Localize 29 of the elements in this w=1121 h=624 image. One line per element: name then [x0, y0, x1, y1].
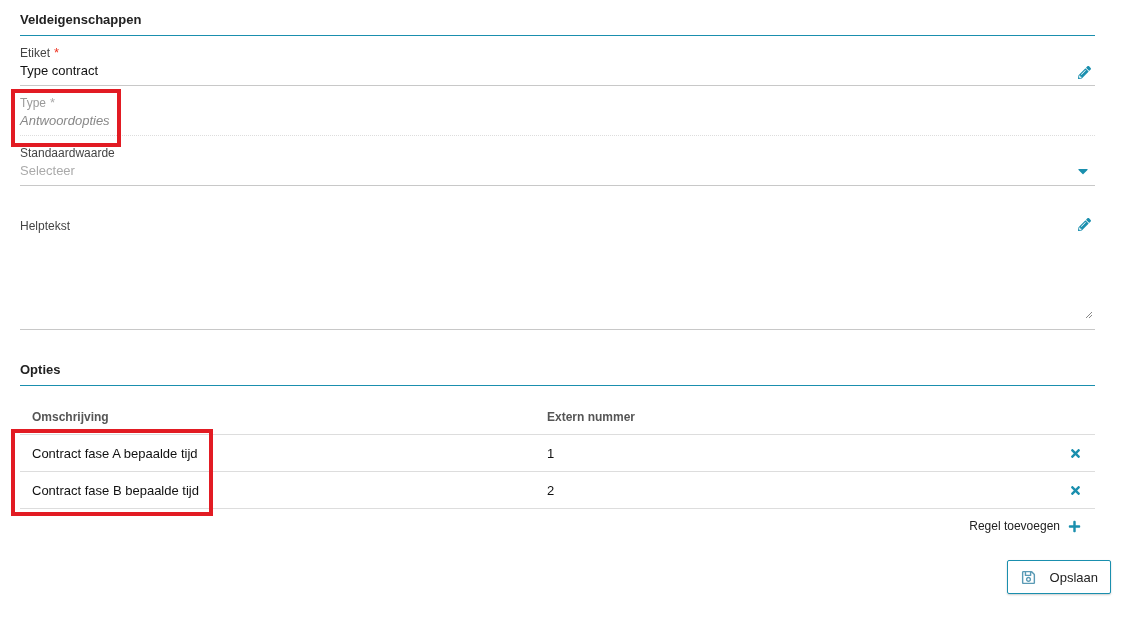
add-row-button[interactable]: Regel toevoegen [969, 519, 1081, 533]
input-field[interactable]: Etiket * Type contract [20, 36, 1095, 86]
field-label: Standaardwaarde [20, 145, 115, 161]
delete-button[interactable] [1068, 483, 1082, 497]
required-mark: * [54, 45, 60, 61]
field-label: Type [20, 95, 46, 111]
table-cell-text: Contract fase A bepaalde tijd [32, 445, 199, 461]
field-label: Helptekst [20, 218, 71, 234]
table-cell-text: 2 [547, 482, 556, 498]
select-field[interactable]: Standaardwaarde Selecteer [20, 136, 1095, 186]
save-button[interactable]: Opslaan [1006, 560, 1111, 594]
field-label: Etiket [20, 45, 50, 61]
section-title: Veldeigenschappen [20, 6, 1095, 36]
edit-icon[interactable] [1078, 218, 1091, 231]
delete-button[interactable] [1068, 446, 1082, 460]
field-value: Type contract [20, 62, 100, 80]
table-cell-text: Contract fase B bepaalde tijd [32, 482, 200, 498]
column-header: Extern nummer [547, 410, 637, 424]
text-area[interactable]: Helptekst [20, 186, 1095, 330]
field-placeholder: Selecteer [20, 162, 76, 180]
required-mark: * [50, 95, 56, 111]
section-title: Opties [20, 356, 1095, 386]
field-value: Antwoordopties [20, 112, 111, 130]
table-cell-text: 1 [547, 445, 556, 461]
edit-icon[interactable] [1078, 66, 1091, 79]
save-icon [1020, 569, 1036, 585]
plus-icon [1068, 519, 1081, 533]
resize-grip-icon[interactable] [1085, 311, 1093, 319]
column-header: Omschrijving [32, 410, 110, 424]
